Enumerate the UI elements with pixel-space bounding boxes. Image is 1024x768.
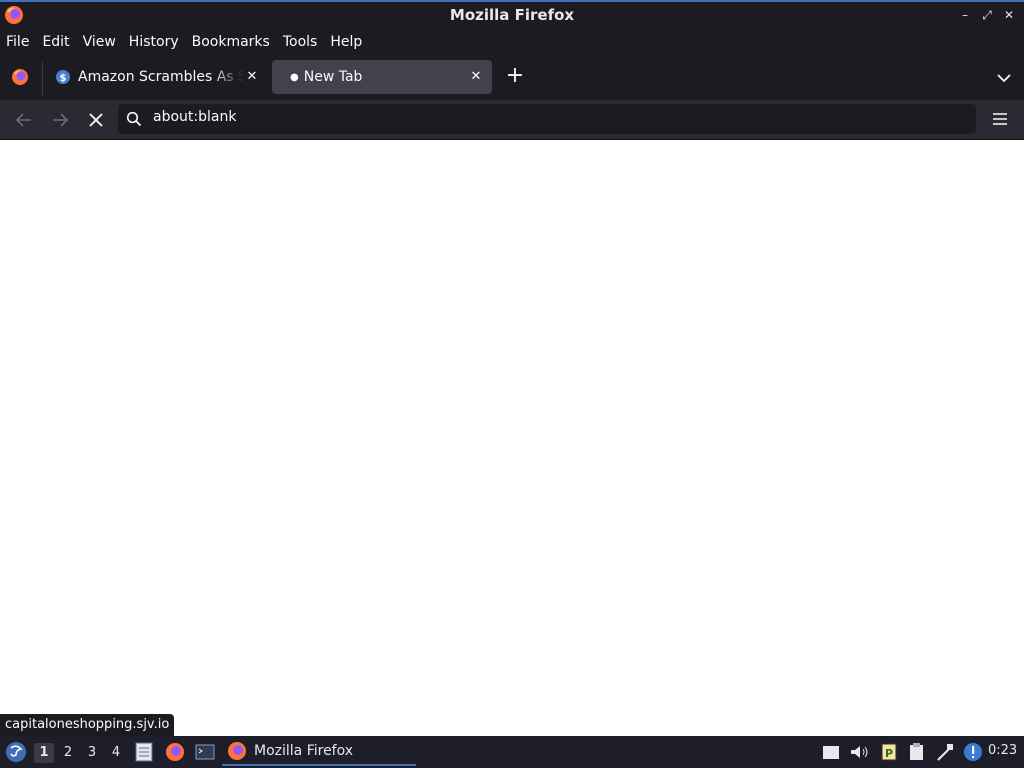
tab-strip: $ Amazon Scrambles As Sh ✕ ● New Tab ✕ + bbox=[0, 54, 1024, 100]
back-icon[interactable] bbox=[13, 109, 35, 131]
status-link-preview: capitaloneshopping.sjv.io bbox=[0, 714, 175, 736]
tab-label: New Tab bbox=[303, 69, 363, 85]
close-tab-icon[interactable]: ✕ bbox=[468, 69, 484, 85]
tab-separator bbox=[42, 62, 43, 96]
menu-tools[interactable]: Tools bbox=[283, 34, 318, 50]
workspace-2[interactable]: 2 bbox=[58, 743, 78, 763]
clock: 0:23 bbox=[988, 743, 1018, 758]
tab-amazon[interactable]: $ Amazon Scrambles As Sh ✕ bbox=[46, 60, 268, 94]
close-window-button[interactable]: ✕ bbox=[1002, 7, 1016, 23]
taskbar-task-firefox[interactable]: Mozilla Firefox bbox=[222, 738, 416, 766]
close-tab-icon[interactable]: ✕ bbox=[244, 69, 260, 85]
tab-new-tab[interactable]: ● New Tab ✕ bbox=[272, 60, 492, 94]
parcellite-icon[interactable]: P bbox=[878, 740, 900, 764]
firefox-launcher-icon[interactable] bbox=[164, 740, 186, 764]
update-alert-icon[interactable] bbox=[962, 740, 984, 764]
taskbar: 1 2 3 4 Mozilla Firefox P 0:23 bbox=[0, 736, 1024, 768]
url-text[interactable]: about:blank bbox=[153, 109, 236, 125]
menu-edit[interactable]: Edit bbox=[42, 34, 69, 50]
network-icon[interactable] bbox=[934, 740, 956, 764]
forward-icon[interactable] bbox=[49, 109, 71, 131]
menu-history[interactable]: History bbox=[129, 34, 179, 50]
loading-dot-icon: ● bbox=[290, 71, 299, 83]
workspace-3[interactable]: 3 bbox=[82, 743, 102, 763]
search-icon bbox=[126, 111, 142, 127]
window-titlebar: Mozilla Firefox – ⤢ ✕ bbox=[0, 0, 1024, 29]
minimize-button[interactable]: – bbox=[958, 7, 972, 23]
workspace-1[interactable]: 1 bbox=[34, 743, 54, 763]
maximize-button[interactable]: ⤢ bbox=[980, 7, 994, 23]
clipboard-icon[interactable] bbox=[820, 740, 842, 764]
menubar: File Edit View History Bookmarks Tools H… bbox=[0, 29, 1024, 54]
menu-view[interactable]: View bbox=[83, 34, 116, 50]
firefox-icon bbox=[228, 742, 246, 760]
firefox-view-icon[interactable] bbox=[10, 67, 30, 87]
page-content[interactable] bbox=[0, 140, 1024, 736]
hamburger-menu-icon[interactable] bbox=[990, 109, 1010, 129]
task-label: Mozilla Firefox bbox=[254, 743, 354, 759]
terminal-icon[interactable] bbox=[194, 740, 216, 764]
stop-loading-icon[interactable] bbox=[85, 109, 107, 131]
menu-help[interactable]: Help bbox=[330, 34, 362, 50]
menu-bookmarks[interactable]: Bookmarks bbox=[192, 34, 270, 50]
start-menu-icon[interactable] bbox=[4, 740, 28, 764]
chevron-down-icon[interactable] bbox=[994, 68, 1014, 88]
address-bar[interactable]: about:blank bbox=[118, 104, 976, 134]
workspace-4[interactable]: 4 bbox=[106, 743, 126, 763]
file-manager-icon[interactable] bbox=[134, 740, 154, 764]
capitalone-shopping-icon: $ bbox=[56, 70, 70, 84]
nav-toolbar: about:blank bbox=[0, 100, 1024, 140]
tab-label: Amazon Scrambles As Sh bbox=[78, 69, 244, 85]
notes-icon[interactable] bbox=[906, 740, 928, 764]
menu-file[interactable]: File bbox=[6, 34, 29, 50]
new-tab-button[interactable]: + bbox=[504, 65, 526, 88]
svg-text:$: $ bbox=[60, 73, 67, 84]
volume-icon[interactable] bbox=[848, 740, 870, 764]
svg-text:P: P bbox=[885, 747, 893, 760]
window-title: Mozilla Firefox bbox=[449, 6, 575, 24]
